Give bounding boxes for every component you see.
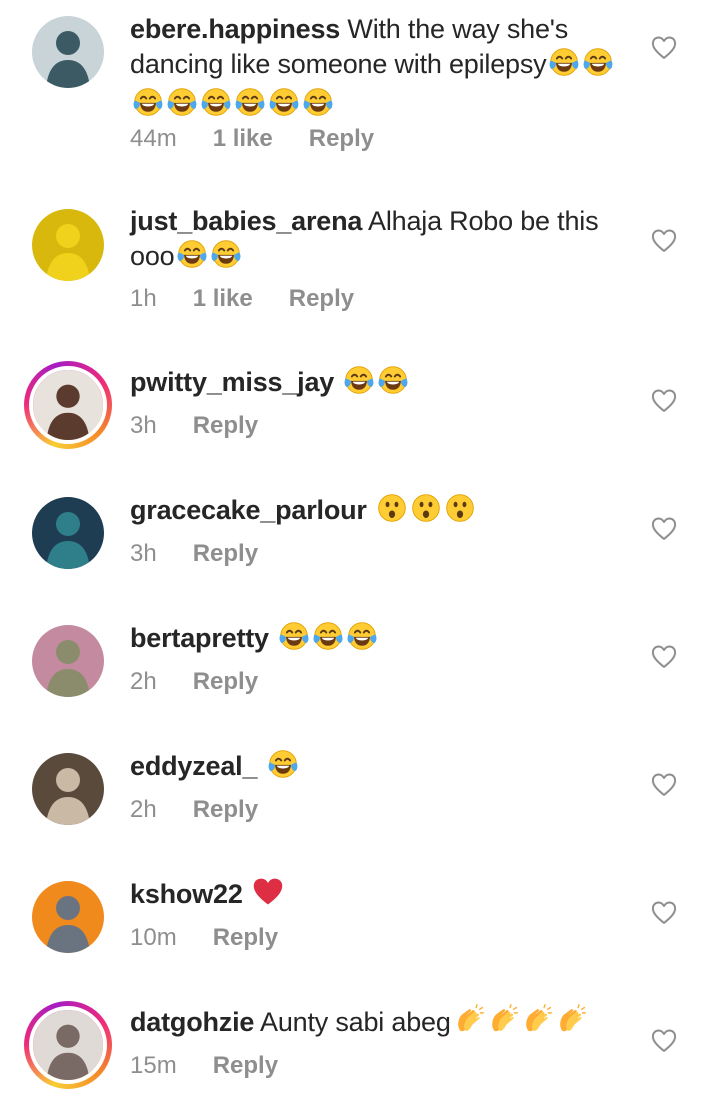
comment-text: gracecake_parlour [130, 492, 630, 532]
avatar-wrapper[interactable] [32, 209, 104, 281]
comment-body: Aunty sabi abeg [260, 1007, 451, 1037]
comment-text: just_babies_arena Alhaja Robo be this oo… [130, 204, 630, 278]
avatar[interactable] [32, 625, 104, 697]
laugh-cry-icon [166, 86, 198, 126]
avatar-wrapper[interactable] [32, 16, 104, 88]
comment-text: pwitty_miss_jay [130, 364, 630, 404]
laugh-cry-icon [343, 364, 375, 404]
heart-outline-icon[interactable] [650, 387, 678, 415]
heart-outline-icon[interactable] [650, 227, 678, 255]
comment-text: datgohzie Aunty sabi abeg [130, 1004, 630, 1044]
avatar-wrapper[interactable] [32, 625, 104, 697]
laugh-cry-icon [548, 46, 580, 86]
comment-text: eddyzeal_ [130, 748, 630, 788]
reply-button[interactable]: Reply [213, 924, 278, 951]
laugh-cry-icon [377, 364, 409, 404]
laugh-cry-icon [268, 86, 300, 126]
comment-text: ebere.happiness With the way she's danci… [130, 12, 630, 126]
heart-outline-icon[interactable] [650, 515, 678, 543]
comment-username[interactable]: just_babies_arena [130, 206, 362, 236]
reply-button[interactable]: Reply [193, 412, 258, 439]
heart-outline-icon[interactable] [650, 899, 678, 927]
comment-username[interactable]: kshow22 [130, 879, 243, 909]
avatar[interactable] [32, 209, 104, 281]
avatar-story-ring[interactable] [24, 361, 112, 449]
comment-text: bertapretty [130, 620, 630, 660]
laugh-cry-icon [200, 86, 232, 126]
comment-text: kshow22 [130, 876, 630, 916]
comment-timestamp: 15m [130, 1052, 177, 1079]
comment-meta: 2h Reply [130, 795, 294, 825]
comment-username[interactable]: pwitty_miss_jay [130, 367, 334, 397]
comment-meta: 10m Reply [130, 923, 314, 953]
red-heart-icon [252, 876, 284, 916]
avatar[interactable] [32, 753, 104, 825]
laugh-cry-icon [210, 238, 242, 278]
avatar-wrapper[interactable] [32, 497, 104, 569]
reply-button[interactable]: Reply [193, 796, 258, 823]
clapping-hands-icon [521, 1004, 553, 1044]
laugh-cry-icon [132, 86, 164, 126]
comment-like-count[interactable]: 1 like [193, 285, 253, 312]
surprised-icon [376, 492, 408, 532]
avatar-wrapper[interactable] [32, 881, 104, 953]
clapping-hands-icon [453, 1004, 485, 1044]
comment-username[interactable]: gracecake_parlour [130, 495, 367, 525]
reply-button[interactable]: Reply [193, 668, 258, 695]
avatar-wrapper[interactable] [32, 753, 104, 825]
comment-username[interactable]: datgohzie [130, 1007, 254, 1037]
comment-timestamp: 44m [130, 125, 177, 152]
avatar[interactable] [32, 497, 104, 569]
avatar[interactable] [32, 881, 104, 953]
heart-outline-icon[interactable] [650, 34, 678, 62]
laugh-cry-icon [582, 46, 614, 86]
heart-outline-icon[interactable] [650, 643, 678, 671]
laugh-cry-icon [176, 238, 208, 278]
comment-meta: 3h Reply [130, 539, 294, 569]
comment-username[interactable]: ebere.happiness [130, 14, 340, 44]
comment-meta: 1h 1 like Reply [130, 284, 390, 314]
laugh-cry-icon [302, 86, 334, 126]
clapping-hands-icon [555, 1004, 587, 1044]
laugh-cry-icon [267, 748, 299, 788]
avatar[interactable] [29, 366, 107, 444]
reply-button[interactable]: Reply [309, 125, 374, 152]
comment-username[interactable]: eddyzeal_ [130, 751, 257, 781]
laugh-cry-icon [312, 620, 344, 660]
comment-meta: 3h Reply [130, 411, 294, 441]
laugh-cry-icon [278, 620, 310, 660]
reply-button[interactable]: Reply [193, 540, 258, 567]
laugh-cry-icon [234, 86, 266, 126]
comment-meta: 2h Reply [130, 667, 294, 697]
comment-username[interactable]: bertapretty [130, 623, 269, 653]
comment-like-count[interactable]: 1 like [213, 125, 273, 152]
laugh-cry-icon [346, 620, 378, 660]
comment-timestamp: 3h [130, 540, 157, 567]
comment-timestamp: 3h [130, 412, 157, 439]
avatar-story-ring[interactable] [24, 1001, 112, 1089]
avatar[interactable] [29, 1006, 107, 1084]
reply-button[interactable]: Reply [289, 285, 354, 312]
comment-meta: 15m Reply [130, 1051, 314, 1081]
surprised-icon [444, 492, 476, 532]
comment-timestamp: 1h [130, 285, 157, 312]
comment-meta: 44m 1 like Reply [130, 124, 410, 154]
heart-outline-icon[interactable] [650, 1027, 678, 1055]
avatar[interactable] [32, 16, 104, 88]
comment-timestamp: 10m [130, 924, 177, 951]
comment-timestamp: 2h [130, 668, 157, 695]
heart-outline-icon[interactable] [650, 771, 678, 799]
surprised-icon [410, 492, 442, 532]
comment-timestamp: 2h [130, 796, 157, 823]
clapping-hands-icon [487, 1004, 519, 1044]
reply-button[interactable]: Reply [213, 1052, 278, 1079]
